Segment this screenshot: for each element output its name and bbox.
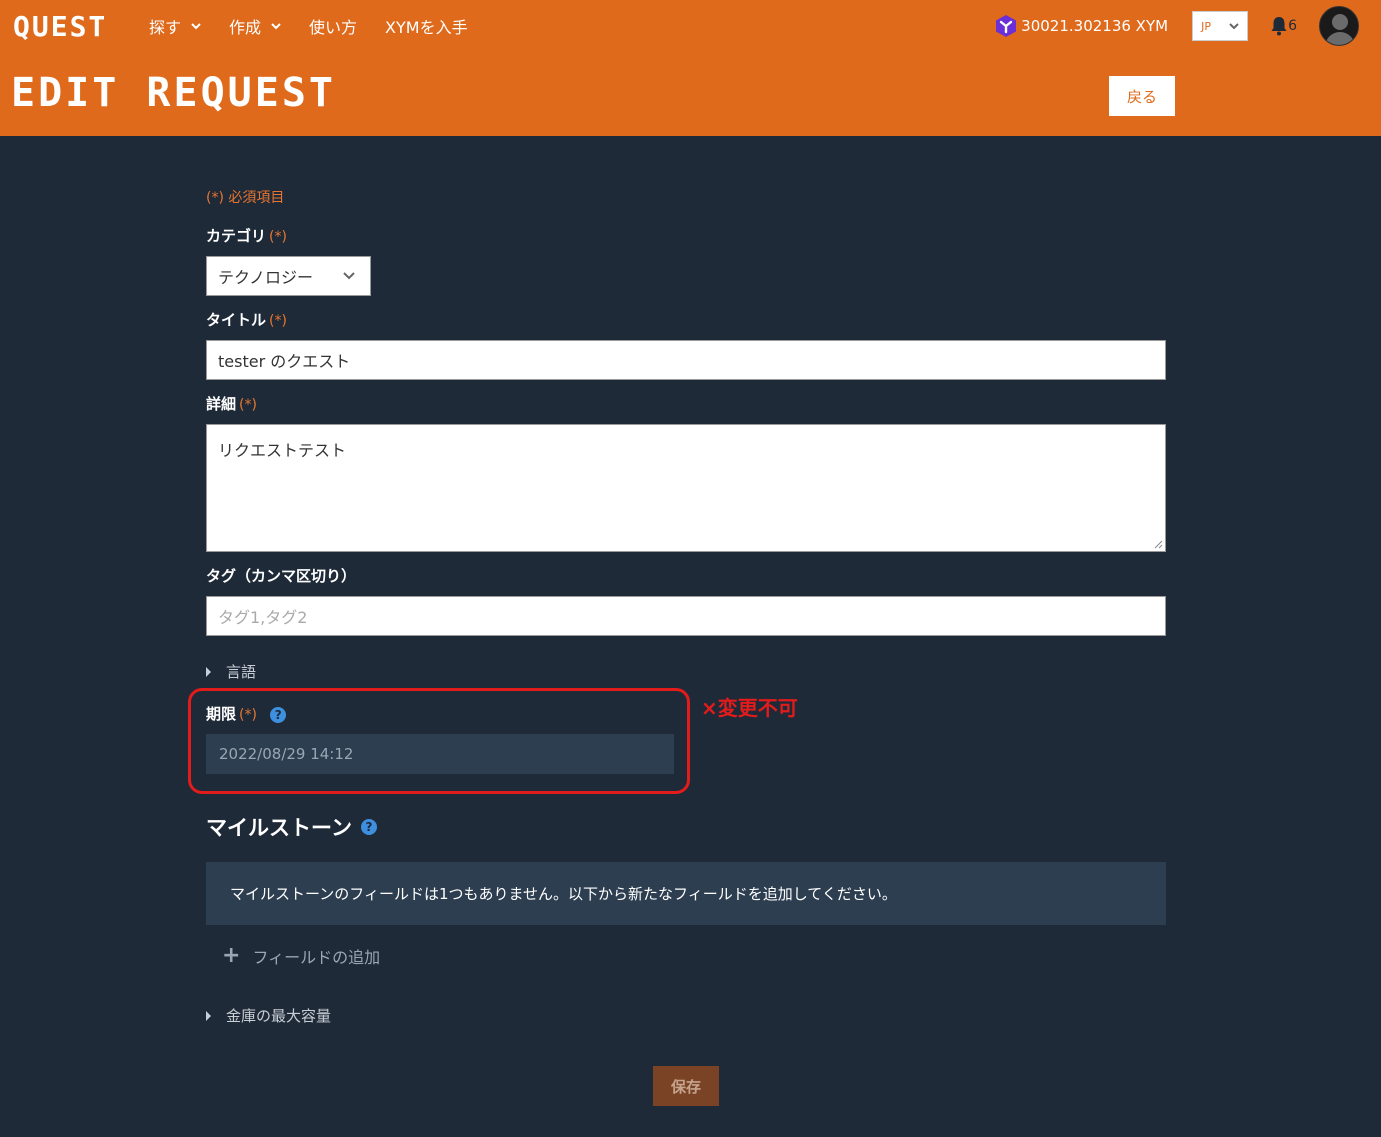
nav-get-xym[interactable]: XYMを入手 — [385, 15, 468, 37]
annotation-highlight-box — [188, 688, 690, 794]
chevron-down-icon — [1229, 23, 1239, 30]
details-label: 詳細 (*) — [206, 393, 257, 414]
top-header: QUEST 探す 作成 使い方 XYMを入手 30021.302136 XYM … — [0, 0, 1381, 136]
nav-get-xym-label: XYMを入手 — [385, 18, 468, 37]
details-value: リクエストテスト — [218, 441, 347, 460]
resize-grip-icon[interactable] — [1154, 540, 1163, 549]
title-label-text: タイトル — [206, 311, 267, 329]
help-icon[interactable]: ? — [360, 819, 377, 835]
vault-capacity-label: 金庫の最大容量 — [226, 1007, 332, 1025]
title-label: タイトル (*) — [206, 309, 287, 330]
language-toggle[interactable]: 言語 — [206, 661, 256, 682]
vault-capacity-toggle[interactable]: 金庫の最大容量 — [206, 1005, 331, 1026]
avatar-head — [1332, 14, 1348, 30]
required-note: (*) 必須項目 — [206, 190, 285, 206]
plus-icon: + — [222, 943, 241, 968]
symbol-xym-icon — [996, 15, 1017, 37]
header-right: 30021.302136 XYM JP 6 — [995, 6, 1359, 46]
wallet-balance[interactable]: 30021.302136 XYM — [995, 14, 1168, 38]
nav-how-to[interactable]: 使い方 — [309, 15, 357, 37]
notifications[interactable]: 6 — [1270, 16, 1297, 36]
nav-explore-label: 探す — [149, 18, 182, 37]
required-mark: (*) — [269, 313, 287, 329]
chevron-down-icon — [271, 23, 281, 30]
annotation-text: ×変更不可 — [701, 696, 798, 720]
category-select[interactable]: テクノロジー — [206, 256, 371, 296]
milestones-heading: マイルストーン ? — [206, 812, 377, 842]
language-value: JP — [1201, 19, 1211, 33]
milestones-empty-message: マイルストーンのフィールドは1つもありません。以下から新たなフィールドを追加して… — [206, 862, 1166, 925]
back-button[interactable]: 戻る — [1109, 76, 1175, 116]
category-label-text: カテゴリ — [206, 227, 267, 245]
page-title: EDIT REQUEST — [11, 70, 336, 116]
caret-right-icon — [206, 666, 211, 677]
required-mark: (*) — [239, 397, 257, 413]
chevron-down-icon — [191, 23, 201, 30]
bell-icon — [1271, 17, 1287, 36]
nav-create[interactable]: 作成 — [229, 15, 281, 37]
add-field-label: フィールドの追加 — [252, 948, 381, 967]
tags-input[interactable]: タグ1,タグ2 — [206, 596, 1166, 636]
main-nav: 探す 作成 使い方 XYMを入手 — [149, 15, 496, 37]
user-avatar[interactable] — [1319, 6, 1359, 46]
details-label-text: 詳細 — [206, 395, 237, 413]
nav-how-to-label: 使い方 — [309, 18, 358, 37]
required-mark: (*) — [269, 229, 287, 245]
nav-create-label: 作成 — [229, 18, 262, 37]
nav-explore[interactable]: 探す — [149, 15, 201, 37]
save-button[interactable]: 保存 — [653, 1066, 719, 1106]
balance-amount: 30021.302136 XYM — [1021, 17, 1169, 35]
chevron-down-icon — [343, 272, 355, 280]
tags-label: タグ（カンマ区切り） — [206, 567, 357, 585]
title-input[interactable]: tester のクエスト — [206, 340, 1166, 380]
add-field-button[interactable]: + フィールドの追加 — [222, 944, 380, 968]
language-select[interactable]: JP — [1192, 11, 1249, 41]
language-toggle-label: 言語 — [226, 663, 257, 681]
category-label: カテゴリ (*) — [206, 225, 287, 246]
category-value: テクノロジー — [218, 268, 314, 287]
notification-count: 6 — [1288, 18, 1297, 34]
milestones-title: マイルストーン — [206, 816, 352, 840]
details-textarea[interactable]: リクエストテスト — [206, 424, 1166, 552]
avatar-body — [1325, 32, 1355, 45]
quest-logo[interactable]: QUEST — [13, 10, 107, 43]
caret-right-icon — [206, 1010, 211, 1021]
